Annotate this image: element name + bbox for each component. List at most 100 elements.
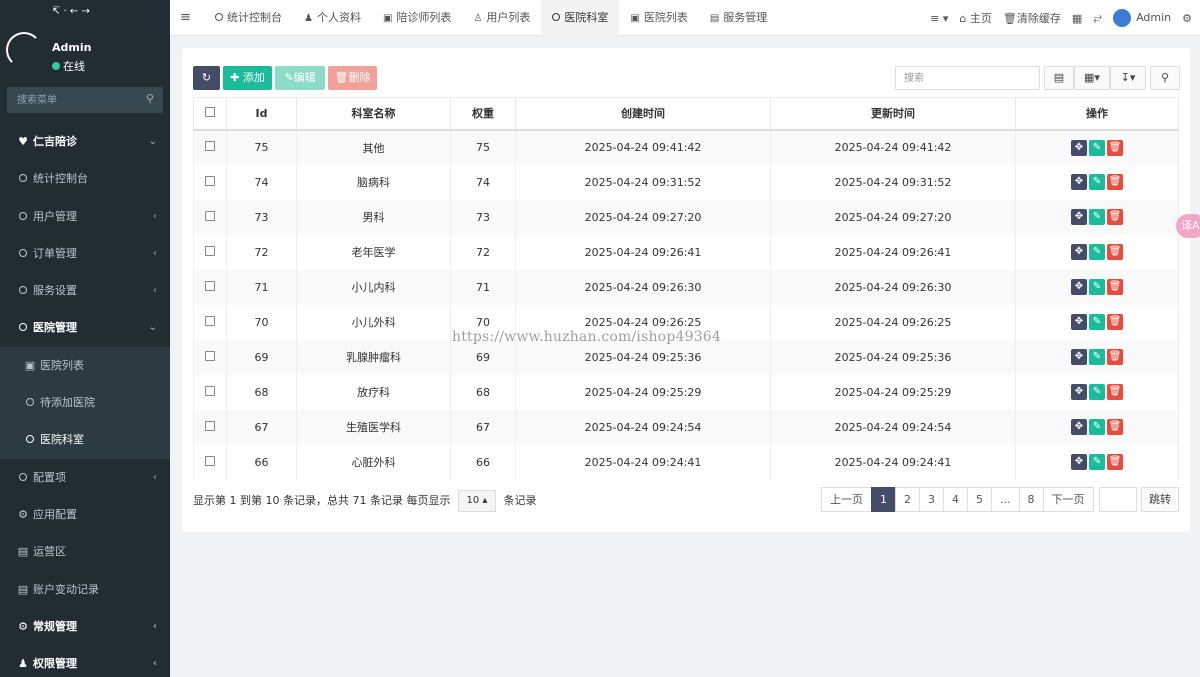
- table-row[interactable]: 67 生殖医学科 67 2025-04-24 09:24:54 2025-04-24 0…: [193, 409, 1179, 445]
- prev-page-button[interactable]: 上一页: [821, 487, 872, 512]
- edit-button[interactable]: ✎编辑: [275, 66, 325, 90]
- admin-menu[interactable]: Admin: [1113, 9, 1171, 27]
- drag-handle-icon[interactable]: ✥: [1071, 279, 1087, 295]
- sidebar-item[interactable]: 统计控制台: [0, 160, 170, 197]
- add-button[interactable]: ✚ 添加: [223, 66, 272, 90]
- row-select-cell[interactable]: [193, 409, 227, 445]
- page-button[interactable]: 1: [871, 487, 896, 512]
- next-page-button[interactable]: 下一页: [1042, 487, 1094, 512]
- page-button[interactable]: 5: [967, 487, 992, 512]
- table-row[interactable]: 72 老年医学 72 2025-04-24 09:26:41 2025-04-24 09…: [193, 234, 1179, 270]
- page-jump-input[interactable]: [1099, 487, 1137, 512]
- pencil-icon[interactable]: ✎: [1089, 244, 1105, 260]
- sidebar-item[interactable]: ⚙ 常规管理 ‹: [0, 608, 170, 645]
- trash-icon[interactable]: 🗑: [1107, 174, 1123, 190]
- col-created[interactable]: 创建时间: [515, 97, 771, 131]
- search-button[interactable]: ⚲: [1150, 66, 1180, 90]
- drag-handle-icon[interactable]: ✥: [1071, 454, 1087, 470]
- table-row[interactable]: 71 小儿内科 71 2025-04-24 09:26:30 2025-04-24 09…: [193, 269, 1179, 305]
- row-select-cell[interactable]: [193, 129, 227, 165]
- trash-icon[interactable]: 🗑: [1107, 209, 1123, 225]
- settings-gear-icon[interactable]: ⚙: [1182, 12, 1192, 25]
- pencil-icon[interactable]: ✎: [1089, 314, 1105, 330]
- pencil-icon[interactable]: ✎: [1089, 279, 1105, 295]
- drag-handle-icon[interactable]: ✥: [1071, 314, 1087, 330]
- pencil-icon[interactable]: ✎: [1089, 349, 1105, 365]
- refresh-button[interactable]: ↻: [193, 66, 220, 90]
- nav-tab[interactable]: ▣ 陪诊师列表: [372, 0, 462, 36]
- row-checkbox[interactable]: [205, 420, 215, 431]
- avatar[interactable]: [6, 32, 42, 68]
- nav-tab[interactable]: ♟ 个人资料: [293, 0, 372, 36]
- nav-tab[interactable]: ▣ 医院列表: [619, 0, 698, 36]
- sidebar-search-input[interactable]: [7, 87, 137, 113]
- columns-dropdown[interactable]: ▦▾: [1074, 66, 1110, 90]
- pencil-icon[interactable]: ✎: [1089, 419, 1105, 435]
- row-select-cell[interactable]: [193, 304, 227, 340]
- row-select-cell[interactable]: [193, 444, 227, 480]
- select-all-checkbox[interactable]: [205, 106, 215, 117]
- table-search-input[interactable]: [895, 66, 1040, 90]
- list-dropdown-icon[interactable]: ≡ ▾: [930, 12, 948, 25]
- col-id[interactable]: Id: [226, 97, 297, 131]
- toggle-view-button[interactable]: ▤: [1044, 66, 1074, 90]
- trash-icon[interactable]: 🗑: [1107, 349, 1123, 365]
- drag-handle-icon[interactable]: ✥: [1071, 174, 1087, 190]
- page-size-select[interactable]: 10 ▴: [457, 490, 496, 512]
- sidebar-item[interactable]: 医院管理 ⌄: [0, 309, 170, 346]
- drag-handle-icon[interactable]: ✥: [1071, 209, 1087, 225]
- page-button[interactable]: 3: [919, 487, 944, 512]
- nav-tab[interactable]: ▤ 服务管理: [699, 0, 778, 36]
- sidebar-item[interactable]: 待添加医院: [0, 384, 170, 422]
- sidebar-item[interactable]: 用户管理 ‹: [0, 198, 170, 235]
- row-select-cell[interactable]: [193, 164, 227, 200]
- trash-icon[interactable]: 🗑: [1107, 279, 1123, 295]
- row-checkbox[interactable]: [205, 455, 215, 466]
- col-weight[interactable]: 权重: [450, 97, 516, 131]
- trash-icon[interactable]: 🗑: [1107, 244, 1123, 260]
- nav-tab[interactable]: 医院科室: [541, 0, 620, 36]
- row-select-cell[interactable]: [193, 234, 227, 270]
- page-button[interactable]: ...: [991, 487, 1020, 512]
- sidebar-toggle-icon[interactable]: ≡: [180, 10, 191, 25]
- search-icon[interactable]: ⚲: [146, 92, 154, 105]
- trash-icon[interactable]: 🗑: [1107, 139, 1123, 156]
- page-button[interactable]: 4: [943, 487, 968, 512]
- drag-handle-icon[interactable]: ✥: [1071, 139, 1087, 156]
- sidebar-item[interactable]: ▤ 运营区: [0, 533, 170, 570]
- clear-cache-button[interactable]: 🗑清除缓存: [1003, 10, 1061, 26]
- pencil-icon[interactable]: ✎: [1089, 384, 1105, 400]
- page-button[interactable]: 2: [895, 487, 920, 512]
- sidebar-item[interactable]: 订单管理 ‹: [0, 235, 170, 272]
- fullscreen-icon[interactable]: ⥂: [1093, 11, 1102, 25]
- home-link[interactable]: ⌂ 主页: [959, 10, 991, 26]
- table-row[interactable]: 75 其他 75 2025-04-24 09:41:42 2025-04-24 09:4…: [193, 129, 1179, 165]
- col-updated[interactable]: 更新时间: [770, 97, 1016, 131]
- pencil-icon[interactable]: ✎: [1089, 174, 1105, 190]
- pencil-icon[interactable]: ✎: [1089, 454, 1105, 470]
- trash-icon[interactable]: 🗑: [1107, 454, 1123, 470]
- page-jump-button[interactable]: 跳转: [1141, 487, 1179, 512]
- page-button[interactable]: 8: [1018, 487, 1044, 512]
- table-row[interactable]: 68 放疗科 68 2025-04-24 09:25:29 2025-04-24 09:…: [193, 374, 1179, 410]
- row-select-cell[interactable]: [193, 269, 227, 305]
- row-checkbox[interactable]: [205, 245, 215, 256]
- export-dropdown[interactable]: ↧▾: [1110, 66, 1146, 90]
- row-select-cell[interactable]: [193, 374, 227, 410]
- trash-icon[interactable]: 🗑: [1107, 419, 1123, 435]
- table-row[interactable]: 66 心脏外科 66 2025-04-24 09:24:41 2025-04-24 09…: [193, 444, 1179, 480]
- translate-icon[interactable]: ▦: [1072, 12, 1082, 25]
- trash-icon[interactable]: 🗑: [1107, 384, 1123, 400]
- nav-tab[interactable]: 统计控制台: [204, 0, 293, 36]
- row-select-cell[interactable]: [193, 199, 227, 235]
- sidebar-item[interactable]: ♥ 仁吉陪诊 ⌄: [0, 123, 170, 160]
- sidebar-item[interactable]: ▣ 医院列表: [0, 346, 170, 385]
- col-name[interactable]: 科室名称: [296, 97, 451, 131]
- delete-button[interactable]: 🗑删除: [328, 66, 377, 90]
- trash-icon[interactable]: 🗑: [1107, 314, 1123, 330]
- sidebar-item[interactable]: 配置项 ‹: [0, 459, 170, 496]
- row-select-cell[interactable]: [193, 339, 227, 375]
- nav-tab[interactable]: ♙ 用户列表: [462, 0, 541, 36]
- row-checkbox[interactable]: [205, 385, 215, 396]
- table-row[interactable]: 73 男科 73 2025-04-24 09:27:20 2025-04-24 09:2…: [193, 199, 1179, 235]
